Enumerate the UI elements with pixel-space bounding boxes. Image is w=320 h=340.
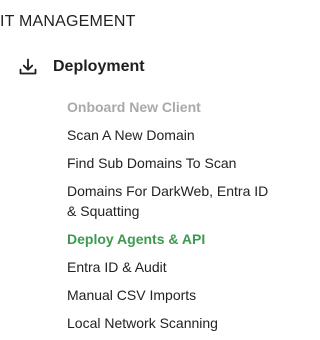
menu-item-onboard-new-client: Onboard New Client: [67, 99, 201, 115]
menu-item-find-sub-domains[interactable]: Find Sub Domains To Scan: [67, 149, 277, 177]
menu-item-domains-darkweb[interactable]: Domains For DarkWeb, Entra ID & Squattin…: [67, 177, 277, 225]
menu-item-entra-id-audit[interactable]: Entra ID & Audit: [67, 253, 277, 281]
deployment-submenu: Onboard New Client Scan A New Domain Fin…: [67, 93, 277, 337]
group-label: Deployment: [53, 58, 145, 75]
download-icon: [18, 57, 38, 77]
menu-item-deploy-agents-api[interactable]: Deploy Agents & API: [67, 225, 277, 253]
menu-item-local-network-scanning[interactable]: Local Network Scanning: [67, 309, 277, 337]
menu-item-manual-csv-imports[interactable]: Manual CSV Imports: [67, 281, 277, 309]
menu-item-scan-new-domain[interactable]: Scan A New Domain: [67, 121, 277, 149]
deployment-group-header[interactable]: Deployment: [18, 55, 145, 79]
section-title: IT MANAGEMENT: [0, 13, 136, 30]
